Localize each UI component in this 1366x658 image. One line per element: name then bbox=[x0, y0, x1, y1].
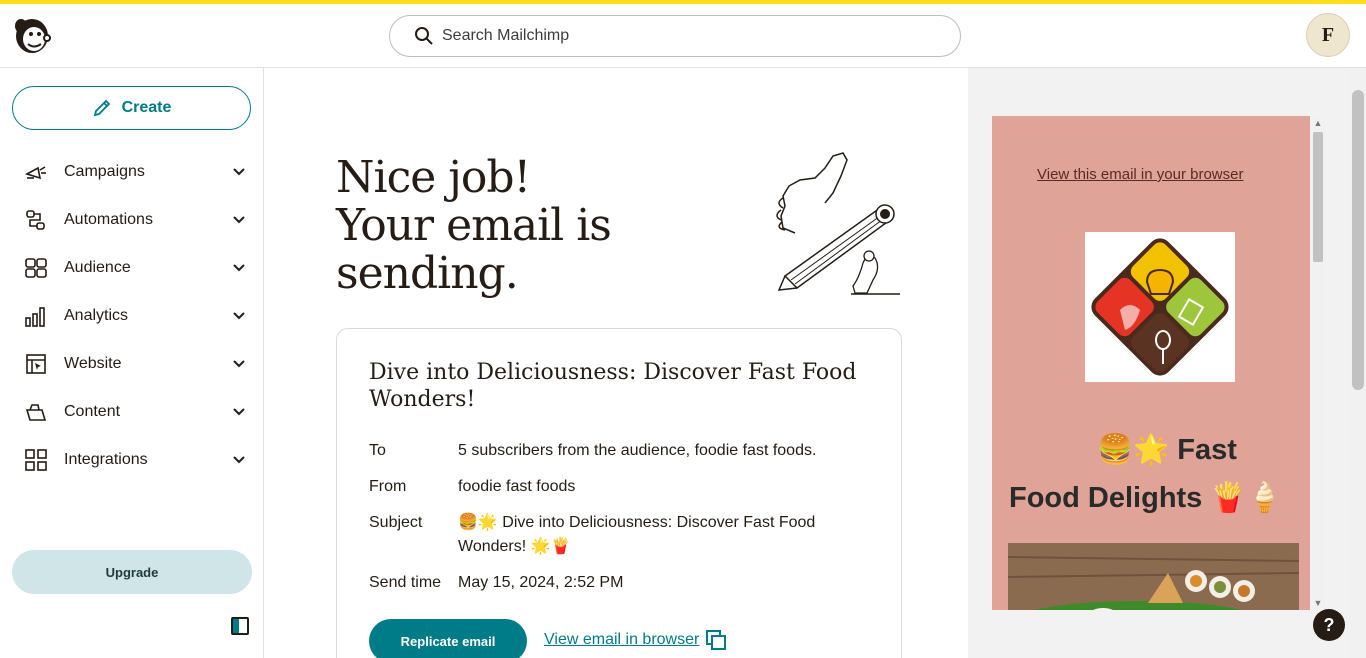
brand-logo-image bbox=[1085, 232, 1235, 382]
detail-row-from: From foodie fast foods bbox=[369, 475, 869, 499]
email-heading-line: 🍔🌟 Fast bbox=[1097, 434, 1237, 466]
sidebar-item-automations[interactable]: Automations bbox=[0, 200, 263, 240]
sidebar-item-label: Content bbox=[64, 403, 121, 420]
view-in-browser-link[interactable]: View this email in your browser bbox=[1037, 166, 1243, 183]
detail-value: 5 subscribers from the audience, foodie … bbox=[458, 442, 817, 459]
content-icon bbox=[24, 400, 48, 424]
megaphone-icon bbox=[24, 160, 48, 184]
detail-row-send-time: Send time May 15, 2024, 2:52 PM bbox=[369, 571, 869, 595]
campaign-title: Dive into Deliciousness: Discover Fast F… bbox=[369, 360, 857, 412]
header: Search Mailchimp F bbox=[0, 4, 1366, 68]
collapse-sidebar-icon[interactable] bbox=[231, 617, 249, 635]
website-icon bbox=[24, 352, 48, 376]
bar-chart-icon bbox=[24, 304, 48, 328]
chevron-down-icon bbox=[233, 408, 245, 416]
sidebar-item-label: Audience bbox=[64, 259, 131, 276]
scroll-down-icon[interactable]: ▼ bbox=[1313, 598, 1323, 608]
page-scrollbar[interactable] bbox=[1350, 68, 1366, 658]
account-avatar[interactable]: F bbox=[1306, 13, 1350, 57]
sidebar-item-audience[interactable]: Audience bbox=[0, 248, 263, 288]
chevron-down-icon bbox=[233, 216, 245, 224]
detail-value: foodie fast foods bbox=[458, 478, 576, 495]
view-email-in-browser-link[interactable]: View email in browser bbox=[544, 629, 727, 651]
sidebar-item-content[interactable]: Content bbox=[0, 392, 263, 432]
chevron-down-icon bbox=[233, 312, 245, 320]
automation-icon bbox=[24, 208, 48, 232]
food-photo-image bbox=[1008, 543, 1299, 610]
chevron-down-icon bbox=[233, 264, 245, 272]
page-scrollbar-thumb[interactable] bbox=[1352, 90, 1364, 390]
copy-icon bbox=[706, 630, 727, 650]
grid-icon bbox=[24, 448, 48, 472]
sidebar-item-campaigns[interactable]: Campaigns bbox=[0, 152, 263, 192]
detail-row-to: To 5 subscribers from the audience, food… bbox=[369, 439, 869, 463]
sidebar-item-label: Automations bbox=[64, 211, 153, 228]
detail-value: May 15, 2024, 2:52 PM bbox=[458, 574, 624, 591]
sidebar-item-integrations[interactable]: Integrations bbox=[0, 440, 263, 480]
replicate-email-button[interactable]: Replicate email bbox=[369, 619, 527, 658]
sidebar-item-label: Integrations bbox=[64, 451, 148, 468]
detail-row-subject: Subject 🍔🌟 Dive into Deliciousness: Disc… bbox=[369, 511, 869, 559]
chevron-down-icon bbox=[233, 168, 245, 176]
audience-icon bbox=[24, 256, 48, 280]
create-label: Create bbox=[121, 99, 172, 116]
email-heading-line: Food Delights 🍟🍦 bbox=[1009, 482, 1283, 514]
chevron-down-icon bbox=[233, 360, 245, 368]
mailchimp-logo-icon[interactable] bbox=[12, 14, 52, 56]
main-content: Nice job! Your email is sending. Dive in… bbox=[265, 68, 968, 658]
email-preview[interactable]: View this email in your browser 🍔🌟 Fast bbox=[992, 116, 1312, 610]
chevron-down-icon bbox=[233, 456, 245, 464]
sidebar-item-label: Analytics bbox=[64, 307, 129, 324]
detail-label: Send time bbox=[369, 574, 442, 591]
search-icon bbox=[415, 27, 433, 45]
create-button[interactable]: Create bbox=[12, 86, 251, 130]
detail-label: Subject bbox=[369, 514, 423, 531]
headline-line: Nice job! bbox=[336, 152, 531, 203]
detail-value: 🍔🌟 Dive into Deliciousness: Discover Fas… bbox=[458, 514, 816, 555]
scroll-up-icon[interactable]: ▲ bbox=[1313, 118, 1323, 128]
email-preview-pane: View this email in your browser 🍔🌟 Fast bbox=[968, 68, 1366, 658]
sidebar-item-website[interactable]: Website bbox=[0, 344, 263, 384]
upgrade-button[interactable]: Upgrade bbox=[12, 550, 252, 594]
email-heading: 🍔🌟 Fast Food Delights 🍟🍦 bbox=[992, 426, 1312, 522]
preview-scrollbar[interactable]: ▲ ▼ bbox=[1310, 116, 1326, 610]
view-email-label: View email in browser bbox=[544, 631, 700, 648]
headline-line: sending. bbox=[336, 248, 519, 299]
pencil-icon bbox=[93, 99, 110, 117]
page-title: Nice job! Your email is sending. bbox=[336, 152, 612, 299]
preview-scrollbar-thumb[interactable] bbox=[1313, 132, 1323, 262]
sidebar: Create Campaigns Automations Audience An… bbox=[0, 68, 264, 658]
thumbs-up-pencil-illustration bbox=[776, 152, 900, 295]
headline-line: Your email is bbox=[336, 200, 612, 251]
help-button[interactable]: ? bbox=[1313, 609, 1345, 641]
search-placeholder: Search Mailchimp bbox=[442, 27, 570, 44]
detail-label: To bbox=[369, 442, 386, 459]
sidebar-item-analytics[interactable]: Analytics bbox=[0, 296, 263, 336]
sidebar-item-label: Website bbox=[64, 355, 122, 372]
sidebar-item-label: Campaigns bbox=[64, 163, 145, 180]
campaign-summary-card: Dive into Deliciousness: Discover Fast F… bbox=[336, 328, 902, 658]
detail-label: From bbox=[369, 478, 407, 495]
search-input[interactable]: Search Mailchimp bbox=[389, 15, 961, 57]
